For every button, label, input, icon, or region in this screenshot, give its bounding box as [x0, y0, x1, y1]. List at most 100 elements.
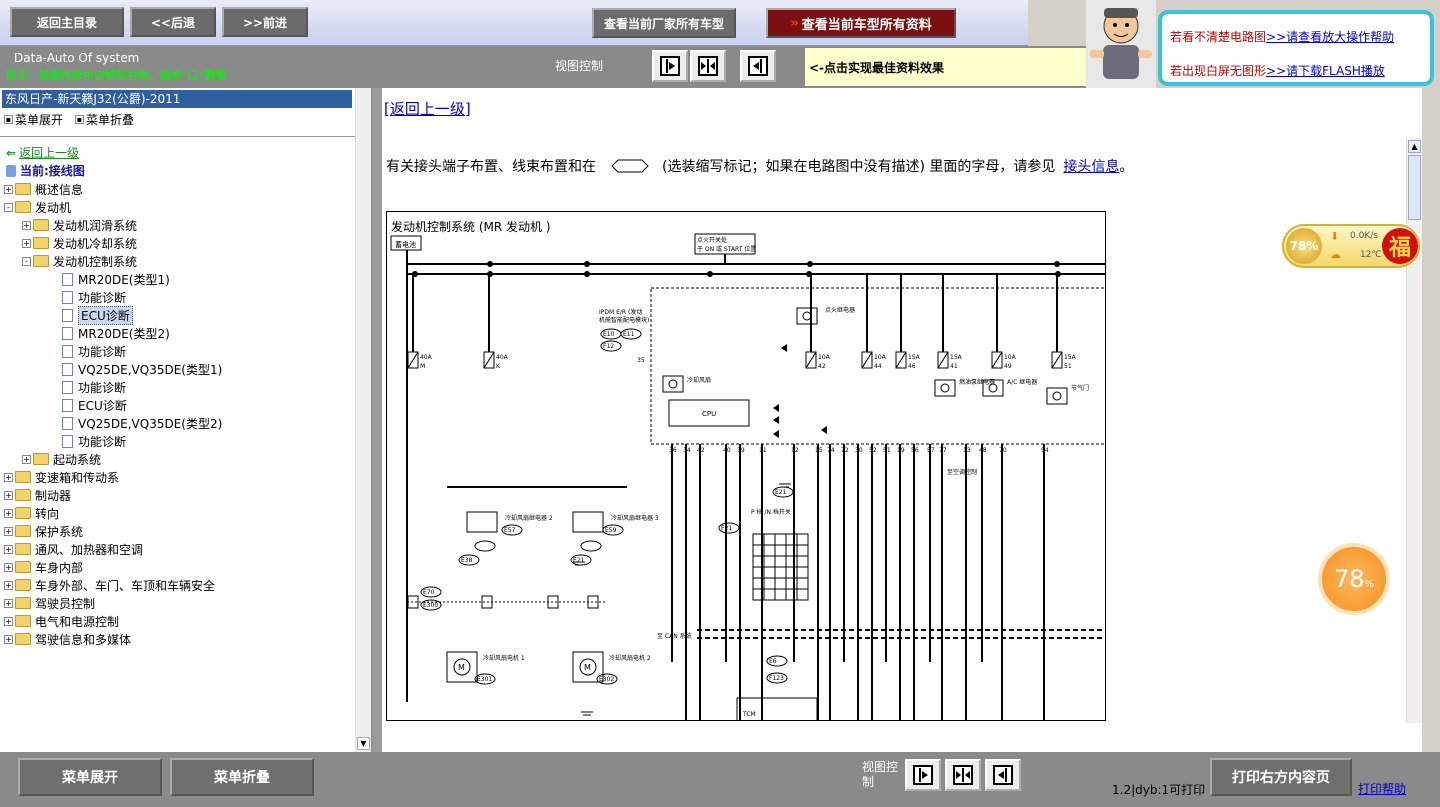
cpu-label: CPU: [702, 410, 716, 418]
fan-relay: [466, 511, 498, 533]
prnd-cell: [796, 533, 809, 546]
expand-toggle-icon[interactable]: +: [4, 490, 13, 500]
tree-item[interactable]: MR20DE(类型1): [40, 270, 170, 288]
expand-toggle-icon[interactable]: +: [22, 220, 31, 230]
tree-item[interactable]: ECU诊断: [40, 396, 127, 414]
tree-item[interactable]: + 概述信息: [4, 180, 83, 198]
all-models-button[interactable]: 查看当前厂家所有车型: [592, 8, 736, 38]
tree-item-label: ECU诊断: [78, 398, 127, 413]
tree-item-label: VQ25DE,VQ35DE(类型2): [78, 416, 223, 431]
content-back-link[interactable]: [返回上一级]: [384, 98, 471, 119]
fuse-rating: 15A: [908, 354, 921, 361]
expand-toggle-icon[interactable]: +: [4, 580, 13, 590]
tree-item[interactable]: + 发动机冷却系统: [22, 234, 137, 252]
scroll-thumb[interactable]: [1408, 155, 1421, 220]
tree-item[interactable]: + 变速箱和传动系: [4, 468, 119, 486]
tree-item[interactable]: VQ25DE,VQ35DE(类型1): [40, 360, 222, 378]
print-button[interactable]: 打印右方内容页: [1210, 758, 1352, 796]
fuse-id: 44: [874, 363, 882, 370]
relay-coil: [940, 383, 950, 393]
print-help-link[interactable]: 打印帮助: [1358, 780, 1406, 797]
view-split-button[interactable]: [690, 50, 726, 82]
bottom-collapse-button[interactable]: 菜单折叠: [170, 758, 314, 796]
tree-item[interactable]: + 驾驶信息和多媒体: [4, 630, 131, 648]
content-pane: [返回上一级] 有关接头端子布置、线束布置和在 (选装缩写标记；如果在电路图中没…: [382, 88, 1422, 752]
bottom-view-left-button[interactable]: [985, 759, 1021, 791]
back-button[interactable]: <<后退: [130, 7, 216, 37]
zoom-help-link[interactable]: >>请查看放大操作帮助: [1266, 30, 1394, 44]
folder-icon: [33, 255, 49, 267]
bottom-view-split-button[interactable]: [945, 759, 981, 791]
view-right-button[interactable]: [652, 50, 688, 82]
tree-item[interactable]: + 电气和电源控制: [4, 612, 119, 630]
fuse-slash: [861, 351, 873, 369]
tree-item[interactable]: VQ25DE,VQ35DE(类型2): [40, 414, 222, 432]
tree-item[interactable]: + 驾驶员控制: [4, 594, 95, 612]
junction-dot: [584, 271, 590, 277]
tree-item[interactable]: - 发动机控制系统: [22, 252, 137, 270]
folder-icon: [33, 237, 49, 249]
tree-item[interactable]: + 起动系统: [22, 450, 101, 468]
expand-toggle-icon[interactable]: +: [4, 634, 13, 644]
wiring-diagram[interactable]: 发动机控制系统 (MR 发动机 ) 蓄电池 点火开关处于 ON 或 START 位…: [386, 211, 1106, 721]
tree-item[interactable]: MR20DE(类型2): [40, 324, 170, 342]
tree-item[interactable]: 功能诊断: [40, 342, 126, 360]
menu-collapse-link[interactable]: 菜单折叠: [86, 111, 134, 128]
expand-toggle-icon[interactable]: +: [4, 508, 13, 518]
tree-item[interactable]: ECU诊断: [40, 305, 133, 325]
tree-item[interactable]: + 车身外部、车门、车顶和车辆安全: [4, 576, 215, 594]
current-doc-icon: [6, 164, 16, 177]
folder-icon: [15, 597, 31, 609]
tree-item[interactable]: 功能诊断: [40, 378, 126, 396]
tcm-label: TCM: [742, 711, 756, 718]
expand-toggle-icon[interactable]: +: [4, 472, 13, 482]
bottom-expand-button[interactable]: 菜单展开: [18, 758, 162, 796]
tree-item[interactable]: - 发动机: [4, 198, 71, 216]
forward-button[interactable]: >>前进: [222, 7, 308, 37]
fuse-rating: 40A: [496, 354, 509, 361]
scroll-down-icon[interactable]: ▼: [357, 737, 370, 750]
tree-item[interactable]: + 通风、加热器和空调: [4, 540, 143, 558]
diode-symbol: [773, 430, 779, 438]
tree-item[interactable]: 功能诊断: [40, 288, 126, 306]
boost-ball[interactable]: 78%: [1318, 543, 1390, 615]
tree-item-label: MR20DE(类型2): [78, 326, 170, 341]
view-left-button[interactable]: [740, 50, 776, 82]
tree-item[interactable]: + 车身内部: [4, 558, 83, 576]
expand-toggle-icon[interactable]: +: [4, 184, 13, 194]
connector-id: E6: [769, 658, 777, 665]
sidebar-scrollbar[interactable]: ▼: [355, 88, 371, 752]
tree-item[interactable]: + 发动机润滑系统: [22, 216, 137, 234]
expand-toggle-icon[interactable]: +: [4, 598, 13, 608]
expand-toggle-icon[interactable]: +: [22, 238, 31, 248]
all-docs-button[interactable]: » 查看当前车型所有资料: [766, 8, 956, 38]
expand-toggle-icon[interactable]: +: [4, 562, 13, 572]
cpu-usage: 78%: [1286, 228, 1322, 264]
prnd-cell: [774, 533, 787, 546]
menu-expand-link[interactable]: 菜单展开: [15, 111, 63, 128]
temperature: 12℃: [1360, 250, 1382, 260]
connector-id: E301: [477, 676, 492, 683]
system-monitor-widget[interactable]: 78% ⬇ ☁ 0.0K/s 12℃ 福: [1282, 224, 1420, 268]
document-icon: [62, 344, 73, 358]
tree-item[interactable]: + 制动器: [4, 486, 71, 504]
expand-toggle-icon[interactable]: +: [22, 454, 31, 464]
expand-toggle-icon[interactable]: +: [4, 544, 13, 554]
expand-toggle-icon[interactable]: +: [4, 616, 13, 626]
document-icon: [62, 326, 73, 340]
collapse-toggle-icon[interactable]: -: [4, 202, 13, 212]
bottom-view-right-button[interactable]: [905, 759, 941, 791]
connector-info-link[interactable]: 接头信息: [1063, 156, 1119, 176]
scroll-up-icon[interactable]: ▲: [1408, 140, 1421, 153]
tree-item[interactable]: 功能诊断: [40, 432, 126, 450]
expand-toggle-icon[interactable]: +: [4, 526, 13, 536]
sidebar-back-link[interactable]: 返回上一级: [19, 144, 79, 161]
connector-id: F12: [603, 343, 614, 350]
panel-splitter[interactable]: [372, 88, 382, 752]
tree-item[interactable]: + 转向: [4, 504, 59, 522]
flash-download-link[interactable]: >>请下载FLASH播放: [1266, 64, 1385, 78]
home-button[interactable]: 返回主目录: [10, 7, 124, 37]
tree-item[interactable]: + 保护系统: [4, 522, 83, 540]
tree-item-label: 发动机控制系统: [53, 254, 138, 269]
collapse-toggle-icon[interactable]: -: [22, 256, 31, 266]
